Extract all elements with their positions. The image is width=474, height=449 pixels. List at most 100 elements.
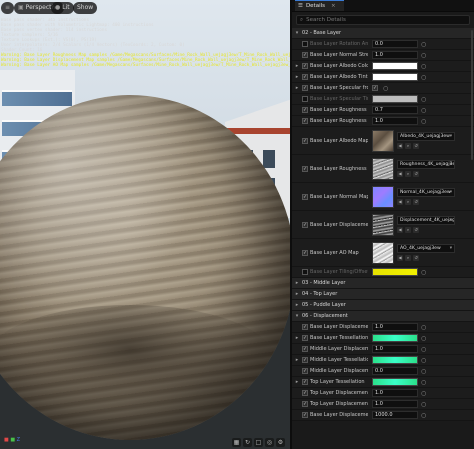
vector-gradient-swatch[interactable] (372, 268, 418, 276)
numeric-input[interactable]: 1.0 (372, 400, 418, 408)
numeric-input[interactable]: 1000.0 (372, 411, 418, 419)
find-icon[interactable]: ⌕ (405, 227, 411, 233)
texture-thumbnail[interactable] (372, 185, 394, 208)
category-header[interactable]: ▾ 06 - Displacement (292, 311, 474, 322)
reset-icon[interactable]: ↺ (413, 199, 419, 205)
expand-arrow-icon[interactable]: ▸ (292, 302, 302, 308)
reset-icon[interactable]: ↺ (413, 171, 419, 177)
expand-arrow-icon[interactable]: ▸ (292, 63, 302, 69)
override-checkbox[interactable]: ✓ (302, 74, 308, 80)
browse-icon[interactable]: ◀ (397, 199, 403, 205)
vector-gradient-swatch[interactable] (372, 378, 418, 386)
override-checkbox[interactable] (302, 269, 308, 275)
value-checkbox[interactable]: ✓ (372, 85, 378, 91)
override-checkbox[interactable]: ✓ (302, 412, 308, 418)
numeric-input[interactable]: 0.0 (372, 367, 418, 375)
find-icon[interactable]: ⌕ (405, 143, 411, 149)
camera-icon[interactable]: ◎ (265, 438, 274, 447)
reset-icon[interactable]: ↺ (413, 227, 419, 233)
expand-arrow-icon[interactable]: ▸ (292, 74, 302, 80)
override-checkbox[interactable]: ✓ (302, 52, 308, 58)
expand-arrow-icon[interactable]: ▸ (292, 357, 302, 363)
browse-icon[interactable]: ◀ (397, 171, 403, 177)
expand-arrow-icon[interactable]: ▸ (292, 379, 302, 385)
vector-gradient-swatch[interactable] (372, 334, 418, 342)
texture-asset-dropdown[interactable]: Albedo_4K_uejagj3ew (397, 132, 455, 141)
override-checkbox[interactable]: ✓ (302, 335, 308, 341)
numeric-input[interactable]: 1.0 (372, 117, 418, 125)
vector-gradient-swatch[interactable] (372, 356, 418, 364)
browse-icon[interactable]: ◀ (397, 255, 403, 261)
reset-to-default-icon[interactable]: ○ (421, 368, 426, 375)
close-icon[interactable]: × (331, 3, 336, 9)
expand-arrow-icon[interactable]: ▸ (292, 280, 302, 286)
find-icon[interactable]: ⌕ (405, 171, 411, 177)
override-checkbox[interactable]: ✓ (302, 165, 308, 172)
override-checkbox[interactable]: ✓ (302, 249, 308, 256)
override-checkbox[interactable]: ✓ (302, 118, 308, 124)
texture-thumbnail[interactable] (372, 213, 394, 236)
reset-to-default-icon[interactable]: ○ (421, 63, 426, 70)
scrollbar[interactable] (471, 30, 473, 160)
reset-to-default-icon[interactable]: ○ (421, 390, 426, 397)
reset-to-default-icon[interactable]: ○ (421, 346, 426, 353)
browse-icon[interactable]: ◀ (397, 143, 403, 149)
reset-to-default-icon[interactable]: ○ (421, 379, 426, 386)
override-checkbox[interactable]: ✓ (302, 221, 308, 228)
search-details-field[interactable]: ⌕ Search Details (296, 15, 470, 25)
reset-to-default-icon[interactable]: ○ (421, 96, 426, 103)
viewport-menu-button[interactable]: ≡ (1, 2, 15, 14)
reset-to-default-icon[interactable]: ○ (421, 52, 426, 59)
override-checkbox[interactable]: ✓ (302, 346, 308, 352)
override-checkbox[interactable]: ✓ (302, 401, 308, 407)
view-mode-lit-button[interactable]: ● Lit (51, 2, 74, 14)
reset-to-default-icon[interactable]: ○ (421, 269, 426, 276)
texture-asset-dropdown[interactable]: Normal_4K_uejagj3ew (397, 188, 455, 197)
texture-thumbnail[interactable] (372, 157, 394, 180)
reset-icon[interactable]: ↺ (413, 143, 419, 149)
find-icon[interactable]: ⌕ (405, 199, 411, 205)
expand-arrow-icon[interactable]: ▸ (292, 85, 302, 91)
browse-icon[interactable]: ◀ (397, 227, 403, 233)
override-checkbox[interactable]: ✓ (302, 390, 308, 396)
color-swatch[interactable] (372, 62, 418, 70)
settings-icon[interactable]: ⚙ (276, 438, 285, 447)
reset-to-default-icon[interactable]: ○ (421, 412, 426, 419)
expand-arrow-icon[interactable]: ▸ (292, 291, 302, 297)
category-header[interactable]: ▸ 04 - Top Layer (292, 289, 474, 300)
numeric-input[interactable]: 1.0 (372, 323, 418, 331)
override-checkbox[interactable]: ✓ (302, 368, 308, 374)
texture-thumbnail[interactable] (372, 129, 394, 152)
override-checkbox[interactable]: ✓ (302, 357, 308, 363)
texture-asset-dropdown[interactable]: AO_4K_uejagj3ew (397, 244, 455, 253)
reset-icon[interactable]: ↺ (413, 255, 419, 261)
color-swatch[interactable] (372, 95, 418, 103)
details-tab[interactable]: ☰ Details × (295, 0, 344, 11)
category-header[interactable]: ▸ 05 - Puddle Layer (292, 300, 474, 311)
numeric-input[interactable]: 1.0 (372, 345, 418, 353)
reset-to-default-icon[interactable]: ○ (421, 324, 426, 331)
numeric-input[interactable]: 0.0 (372, 40, 418, 48)
reset-to-default-icon[interactable]: ○ (421, 41, 426, 48)
scale-icon[interactable]: □ (254, 438, 263, 447)
reset-to-default-icon[interactable]: ○ (421, 107, 426, 114)
color-swatch[interactable] (372, 73, 418, 81)
override-checkbox[interactable]: ✓ (302, 137, 308, 144)
override-checkbox[interactable]: ✓ (302, 107, 308, 113)
reset-to-default-icon[interactable]: ○ (421, 74, 426, 81)
override-checkbox[interactable]: ✓ (302, 63, 308, 69)
expand-arrow-icon[interactable]: ▾ (292, 313, 302, 319)
override-checkbox[interactable]: ✓ (302, 324, 308, 330)
show-flags-button[interactable]: Show (73, 2, 98, 14)
expand-arrow-icon[interactable]: ▾ (292, 30, 302, 36)
grid-icon[interactable]: ▦ (232, 438, 241, 447)
reset-to-default-icon[interactable]: ○ (421, 357, 426, 364)
reset-to-default-icon[interactable]: ○ (421, 118, 426, 125)
category-header[interactable]: ▸ 03 - Middle Layer (292, 278, 474, 289)
category-header[interactable]: ▾ 02 - Base Layer (292, 28, 474, 39)
override-checkbox[interactable]: ✓ (302, 85, 308, 91)
material-preview-sphere[interactable] (0, 95, 290, 440)
numeric-input[interactable]: 0.7 (372, 106, 418, 114)
override-checkbox[interactable]: ✓ (302, 193, 308, 200)
reset-to-default-icon[interactable]: ○ (421, 401, 426, 408)
